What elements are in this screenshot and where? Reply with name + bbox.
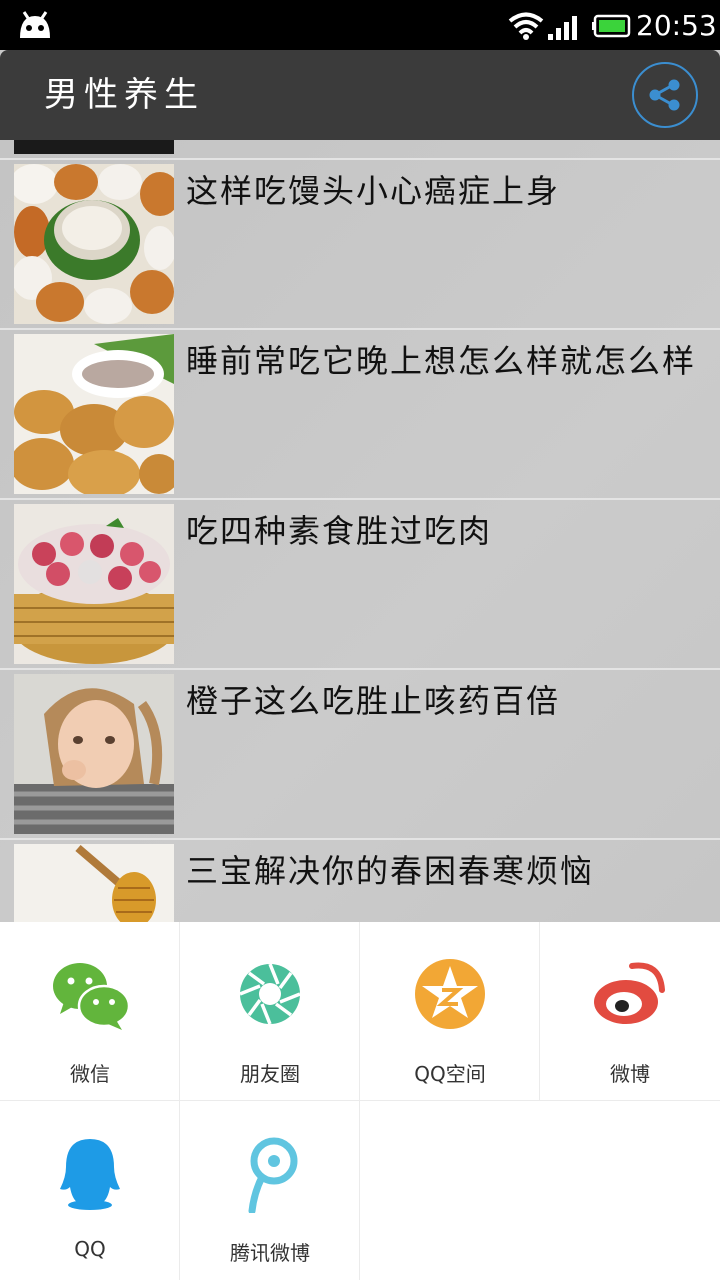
article-thumbnail: [14, 334, 174, 494]
share-tencent-weibo-button[interactable]: 腾讯微博: [180, 1101, 360, 1280]
list-item[interactable]: 橙子这么吃胜止咳药百倍: [0, 668, 720, 838]
android-icon: [20, 11, 50, 38]
article-thumbnail: [14, 140, 174, 154]
battery-icon: [592, 14, 631, 38]
share-label: 朋友圈: [240, 1062, 300, 1086]
list-item[interactable]: 吃四种素食胜过吃肉: [0, 498, 720, 668]
share-label: 微博: [610, 1062, 650, 1086]
article-thumbnail: [14, 504, 174, 664]
list-item[interactable]: 三宝解决你的春困春寒烦恼: [0, 838, 720, 922]
share-label: 微信: [70, 1062, 110, 1086]
article-thumbnail: [14, 164, 174, 324]
share-label: QQ空间: [414, 1062, 486, 1086]
share-qq-button[interactable]: QQ: [0, 1101, 180, 1280]
article-title: 橙子这么吃胜止咳药百倍: [186, 682, 561, 720]
article-title: 这样吃馒头小心癌症上身: [186, 172, 561, 210]
share-weibo-button[interactable]: 微博: [540, 922, 720, 1101]
wifi-icon: [508, 12, 544, 40]
share-wechat-button[interactable]: 微信: [0, 922, 180, 1101]
qzone-icon: [415, 959, 485, 1029]
article-list[interactable]: 这样吃馒头小心癌症上身 睡前常吃它晚上想怎么样就怎么样 吃四种素食胜过吃肉 橙子…: [0, 140, 720, 922]
share-label: 腾讯微博: [230, 1241, 310, 1265]
wechat-icon: [53, 963, 130, 1030]
action-bar: 男性养生: [0, 50, 720, 140]
page-title: 男性养生: [44, 75, 204, 115]
article-title: 睡前常吃它晚上想怎么样就怎么样: [186, 342, 697, 380]
share-button[interactable]: [632, 62, 698, 128]
weibo-icon: [594, 962, 665, 1024]
share-sheet: 微信 朋友圈 QQ空间 微博 QQ 腾讯微博: [0, 922, 720, 1280]
article-title: 三宝解决你的春困春寒烦恼: [186, 852, 595, 890]
share-icon: [649, 79, 680, 111]
list-item[interactable]: 睡前常吃它晚上想怎么样就怎么样: [0, 328, 720, 498]
tencent-weibo-icon: [248, 1137, 298, 1213]
signal-icon: [548, 16, 577, 40]
list-item[interactable]: 这样吃馒头小心癌症上身: [0, 158, 720, 328]
article-thumbnail: [14, 844, 174, 922]
moments-icon: [239, 963, 301, 1025]
qq-icon: [60, 1139, 120, 1210]
article-title: 吃四种素食胜过吃肉: [186, 512, 493, 550]
share-qzone-button[interactable]: QQ空间: [360, 922, 540, 1101]
article-thumbnail: [14, 674, 174, 834]
status-time: 20:53: [636, 9, 717, 42]
share-moments-button[interactable]: 朋友圈: [180, 922, 360, 1101]
share-label: QQ: [74, 1237, 106, 1261]
status-bar: 20:53: [0, 0, 720, 50]
